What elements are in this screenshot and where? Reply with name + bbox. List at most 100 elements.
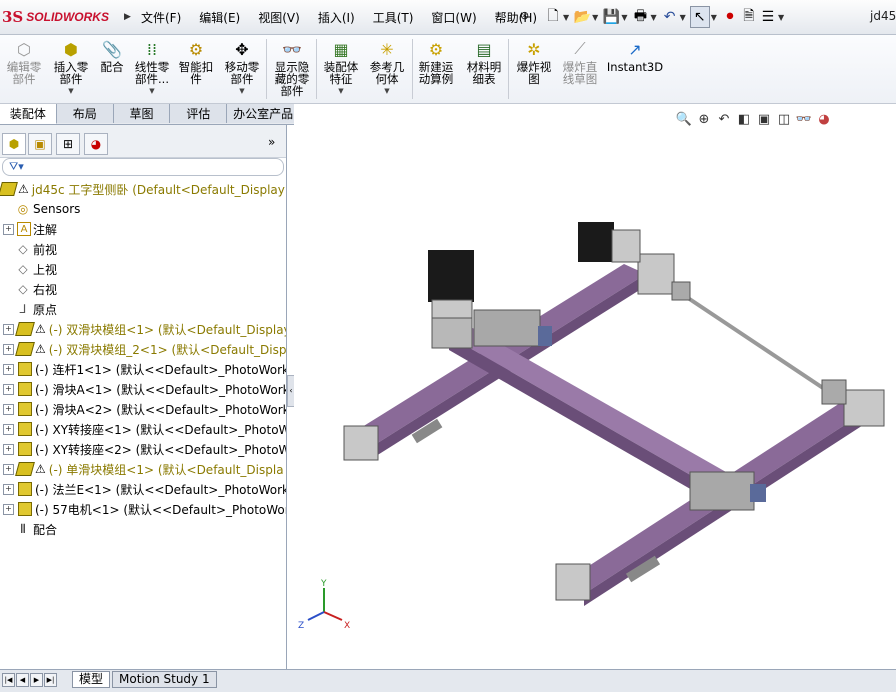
expand-icon[interactable]: + — [3, 323, 14, 335]
show-hidden-components-button[interactable]: 👓 显示隐 藏的零 部件 — [270, 37, 314, 101]
tree-item-component[interactable]: + (-) 滑块A<1> (默认<<Default>_PhotoWork — [0, 379, 286, 399]
expand-icon[interactable]: + — [3, 223, 14, 235]
undo-dropdown-icon[interactable]: ▼ — [680, 13, 686, 22]
reference-geometry-dropdown-icon[interactable]: ▼ — [384, 87, 389, 95]
feature-manager-tree-icon[interactable]: ⬢ — [2, 133, 26, 155]
tree-item-right-plane[interactable]: ◇ 右视 — [0, 279, 286, 299]
assembly-features-dropdown-icon[interactable]: ▼ — [338, 87, 343, 95]
edit-component-button[interactable]: ⬡ 编辑零 部件 — [4, 37, 44, 101]
assembly-features-button[interactable]: ▦ 装配体 特征 ▼ — [320, 37, 362, 101]
tree-item-component[interactable]: + (-) XY转接座<1> (默认<<Default>_PhotoW — [0, 419, 286, 439]
first-tab-icon[interactable]: |◀ — [2, 673, 15, 687]
tree-item-component[interactable]: + (-) 滑块A<2> (默认<<Default>_PhotoWork — [0, 399, 286, 419]
menu-file[interactable]: 文件(F) — [132, 8, 190, 27]
linear-pattern-dropdown-icon[interactable]: ▼ — [149, 87, 154, 95]
menu-tools[interactable]: 工具(T) — [364, 8, 423, 27]
expand-icon[interactable]: + — [3, 383, 14, 395]
select-dropdown-icon[interactable]: ▼ — [711, 13, 717, 22]
expand-icon[interactable]: + — [3, 363, 14, 375]
insert-component-dropdown-icon[interactable]: ▼ — [68, 87, 73, 95]
bill-of-materials-button[interactable]: ▤ 材料明 细表 — [462, 37, 506, 101]
tree-item-origin[interactable]: ⅃ 原点 — [0, 299, 286, 319]
new-document-icon[interactable]: 🗋 — [544, 7, 562, 27]
tab-evaluate[interactable]: 评估 — [170, 104, 228, 123]
assembly-features-label: 装配体 特征 — [323, 60, 359, 86]
new-motion-study-button[interactable]: ⚙ 新建运 动算例 — [414, 37, 458, 101]
tree-item-front-plane[interactable]: ◇ 前视 — [0, 239, 286, 259]
pin-icon[interactable]: ⊛ — [520, 9, 529, 22]
solidworks-logo[interactable]: 3S SOLIDWORKS — [2, 4, 122, 30]
tree-item-annotations[interactable]: + A 注解 — [0, 219, 286, 239]
save-dropdown-icon[interactable]: ▼ — [621, 13, 627, 22]
logo-menu-arrow-icon[interactable]: ▶ — [124, 12, 131, 22]
open-dropdown-icon[interactable]: ▼ — [592, 13, 598, 22]
tree-item-sensors[interactable]: ◎ Sensors — [0, 199, 286, 219]
tree-item-component[interactable]: + ⚠ (-) 单滑块模组<1> (默认<Default_Displa — [0, 459, 286, 479]
graphics-viewport[interactable]: 🔍 ⊕ ↶ ◧ ▣ ◫ 👓 ◕ Y X Z — [294, 104, 896, 669]
options-dropdown-icon[interactable]: ▼ — [778, 13, 784, 22]
component-label: (-) 双滑块模组<1> (默认<Default_Display — [48, 322, 286, 337]
mate-button[interactable]: 📎 配合 — [96, 37, 128, 101]
tab-layout[interactable]: 布局 — [56, 104, 114, 123]
tree-item-top-plane[interactable]: ◇ 上视 — [0, 259, 286, 279]
tab-sketch[interactable]: 草图 — [113, 104, 171, 123]
save-icon[interactable]: 💾 — [602, 7, 620, 27]
tree-root-assembly[interactable]: ⚠ jd45c 工字型侧卧 (Default<Default_Display — [0, 179, 286, 199]
root-assembly-label: jd45c 工字型侧卧 (Default<Default_Display — [31, 182, 285, 197]
tree-item-mates[interactable]: ⫴ 配合 — [0, 519, 286, 539]
undo-icon[interactable]: ↶ — [661, 7, 679, 27]
previous-tab-icon[interactable]: ◀ — [16, 673, 29, 687]
tree-item-component[interactable]: + (-) XY转接座<2> (默认<<Default>_PhotoW — [0, 439, 286, 459]
select-cursor-icon[interactable]: ↖ — [689, 6, 710, 28]
display-manager-icon[interactable]: ◕ — [84, 133, 108, 155]
tab-model[interactable]: 模型 — [72, 671, 111, 688]
expand-panel-icon[interactable]: » — [268, 135, 275, 149]
tab-office-products[interactable]: 办公室产品 — [227, 104, 300, 123]
filter-funnel-icon[interactable]: ⛛▾ — [9, 160, 24, 174]
tree-item-component[interactable]: + (-) 57电机<1> (默认<<Default>_PhotoWor — [0, 499, 286, 519]
expand-icon[interactable]: + — [3, 483, 14, 495]
expand-icon[interactable]: + — [3, 423, 14, 435]
show-hidden-label: 显示隐 藏的零 部件 — [274, 60, 310, 98]
expand-icon[interactable]: + — [3, 503, 14, 515]
part-icon — [17, 381, 33, 397]
tab-assembly[interactable]: 装配体 — [0, 104, 57, 124]
explode-line-sketch-button[interactable]: ⟋ 爆炸直 线草图 — [558, 37, 602, 101]
move-component-button[interactable]: ✥ 移动零 部件 ▼ — [222, 37, 262, 101]
open-folder-icon[interactable]: 📂 — [573, 7, 591, 27]
print-dropdown-icon[interactable]: ▼ — [650, 13, 656, 22]
reference-geometry-button[interactable]: ✳ 参考几 何体 ▼ — [366, 37, 408, 101]
tree-filter[interactable]: ⛛▾ — [2, 158, 284, 176]
instant3d-button[interactable]: ↗ Instant3D — [606, 37, 664, 101]
exploded-view-button[interactable]: ✲ 爆炸视 图 — [512, 37, 556, 101]
insert-component-button[interactable]: ⬢ 插入零 部件 ▼ — [50, 37, 92, 101]
menu-window[interactable]: 窗口(W) — [422, 8, 485, 27]
tab-motion-study-1[interactable]: Motion Study 1 — [112, 671, 217, 688]
expand-icon[interactable]: + — [3, 403, 14, 415]
expand-icon[interactable]: + — [3, 443, 14, 455]
move-component-dropdown-icon[interactable]: ▼ — [239, 87, 244, 95]
print-icon[interactable]: 🖶 — [631, 7, 649, 27]
expand-icon[interactable]: + — [3, 343, 14, 355]
menu-insert[interactable]: 插入(I) — [309, 8, 364, 27]
tree-item-component[interactable]: + (-) 连杆1<1> (默认<<Default>_PhotoWork — [0, 359, 286, 379]
new-dropdown-icon[interactable]: ▼ — [563, 13, 569, 22]
expand-icon[interactable]: + — [3, 463, 14, 475]
tree-item-component[interactable]: + ⚠ (-) 双滑块模组<1> (默认<Default_Display — [0, 319, 286, 339]
tree-item-component[interactable]: + (-) 法兰E<1> (默认<<Default>_PhotoWork — [0, 479, 286, 499]
rebuild-traffic-light-icon[interactable]: ⚫ — [721, 7, 739, 27]
next-tab-icon[interactable]: ▶ — [30, 673, 43, 687]
tree-item-component[interactable]: + ⚠ (-) 双滑块模组_2<1> (默认<Default_Disp — [0, 339, 286, 359]
linear-pattern-button[interactable]: ⁞⁞ 线性零 部件... ▼ — [132, 37, 172, 101]
menu-help[interactable]: 帮助(H) — [486, 8, 546, 27]
menu-edit[interactable]: 编辑(E) — [190, 8, 249, 27]
smart-fasteners-button[interactable]: ⚙ 智能扣 件 — [176, 37, 216, 101]
options-icon[interactable]: ☰ — [759, 7, 777, 27]
component-label: (-) 滑块A<1> (默认<<Default>_PhotoWork — [35, 382, 286, 397]
configuration-manager-icon[interactable]: ⊞ — [56, 133, 80, 155]
assembly-model-3d[interactable]: Y X Z — [294, 104, 896, 669]
file-properties-icon[interactable]: 🗎 — [740, 7, 758, 27]
property-manager-icon[interactable]: ▣ — [28, 133, 52, 155]
menu-view[interactable]: 视图(V) — [249, 8, 309, 27]
last-tab-icon[interactable]: ▶| — [44, 673, 57, 687]
